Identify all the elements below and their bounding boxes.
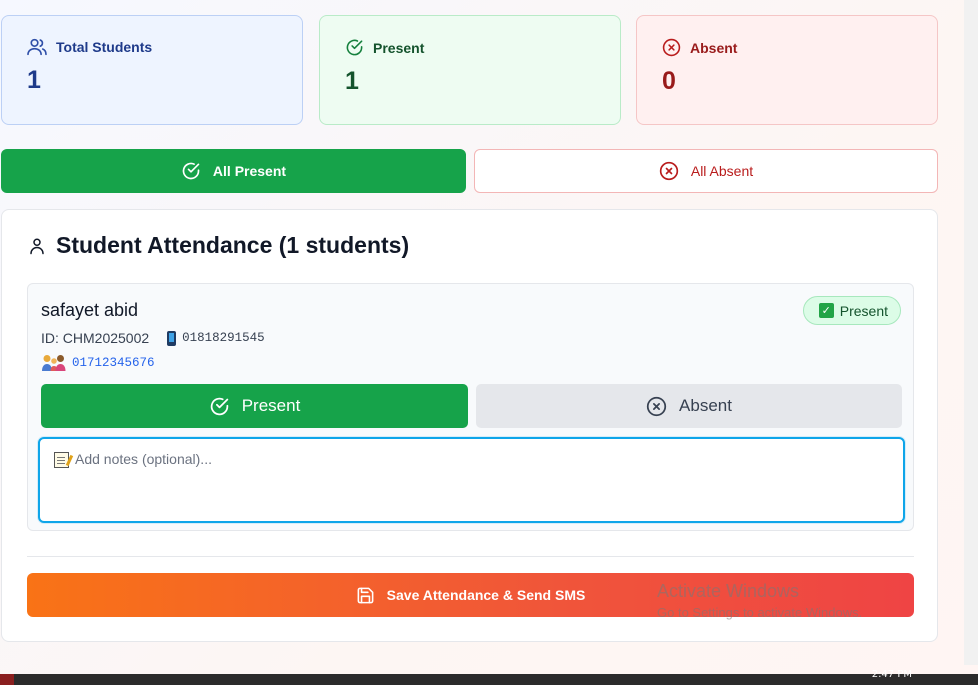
attendance-title: Student Attendance (1 students) bbox=[28, 232, 409, 259]
mark-present-label: Present bbox=[241, 396, 301, 415]
activate-windows-watermark: Activate Windows Go to Settings to activ… bbox=[657, 581, 862, 620]
x-circle-icon bbox=[662, 38, 681, 57]
attendance-title-text: Student Attendance (1 students) bbox=[56, 232, 410, 258]
x-circle-icon bbox=[646, 396, 667, 417]
taskbar-app-icon[interactable] bbox=[0, 674, 14, 685]
mobile-phone-icon bbox=[167, 330, 177, 346]
all-absent-label: All Absent bbox=[690, 163, 754, 179]
watermark-title: Activate Windows bbox=[657, 581, 800, 601]
notes-placeholder: Add notes (optional)... bbox=[75, 451, 212, 467]
all-absent-button[interactable]: All Absent bbox=[474, 149, 938, 193]
save-icon bbox=[356, 586, 375, 605]
status-badge-label: Present bbox=[839, 302, 888, 319]
student-card: safayet abid ✓ Present ID: CHM2025002 01… bbox=[27, 283, 914, 531]
check-circle-icon bbox=[181, 161, 201, 181]
all-present-label: All Present bbox=[212, 163, 287, 179]
student-phone: 01818291545 bbox=[182, 331, 265, 345]
user-icon bbox=[28, 237, 46, 255]
total-students-label: Total Students bbox=[56, 39, 153, 55]
check-mark-icon: ✓ bbox=[818, 303, 834, 318]
taskbar: 2:47 PM bbox=[0, 669, 978, 685]
notes-field[interactable]: Add notes (optional)... bbox=[38, 437, 905, 523]
present-label: Present bbox=[373, 39, 425, 56]
users-icon bbox=[27, 38, 47, 56]
absent-card: Absent 0 bbox=[636, 15, 938, 125]
check-circle-icon bbox=[209, 396, 230, 417]
attendance-panel: Student Attendance (1 students) safayet … bbox=[1, 209, 938, 642]
status-badge: ✓ Present bbox=[802, 296, 901, 325]
present-card: Present 1 bbox=[319, 15, 621, 125]
check-circle-icon bbox=[345, 38, 364, 57]
mark-present-button[interactable]: Present bbox=[41, 384, 468, 428]
student-id-line: ID: CHM2025002 01818291545 bbox=[41, 330, 265, 346]
divider bbox=[27, 556, 914, 557]
taskbar-clock[interactable]: 2:47 PM bbox=[872, 669, 912, 680]
mark-absent-button[interactable]: Absent bbox=[476, 384, 902, 428]
present-count: 1 bbox=[345, 67, 359, 95]
student-id: ID: CHM2025002 bbox=[41, 330, 150, 346]
absent-count: 0 bbox=[662, 67, 676, 95]
guardian-line: 01712345676 bbox=[41, 354, 155, 371]
scrollbar[interactable] bbox=[964, 0, 978, 665]
family-icon bbox=[41, 354, 66, 371]
guardian-phone[interactable]: 01712345676 bbox=[72, 356, 155, 370]
total-students-count: 1 bbox=[27, 66, 41, 94]
all-present-button[interactable]: All Present bbox=[1, 149, 466, 193]
x-circle-icon bbox=[659, 161, 679, 181]
watermark-subtitle: Go to Settings to activate Windows. bbox=[657, 605, 863, 620]
save-attendance-label: Save Attendance & Send SMS bbox=[386, 587, 586, 603]
student-name: safayet abid bbox=[41, 300, 139, 320]
absent-label: Absent bbox=[690, 39, 738, 56]
mark-absent-label: Absent bbox=[679, 396, 732, 415]
memo-icon bbox=[54, 452, 69, 468]
total-students-card: Total Students 1 bbox=[1, 15, 303, 125]
